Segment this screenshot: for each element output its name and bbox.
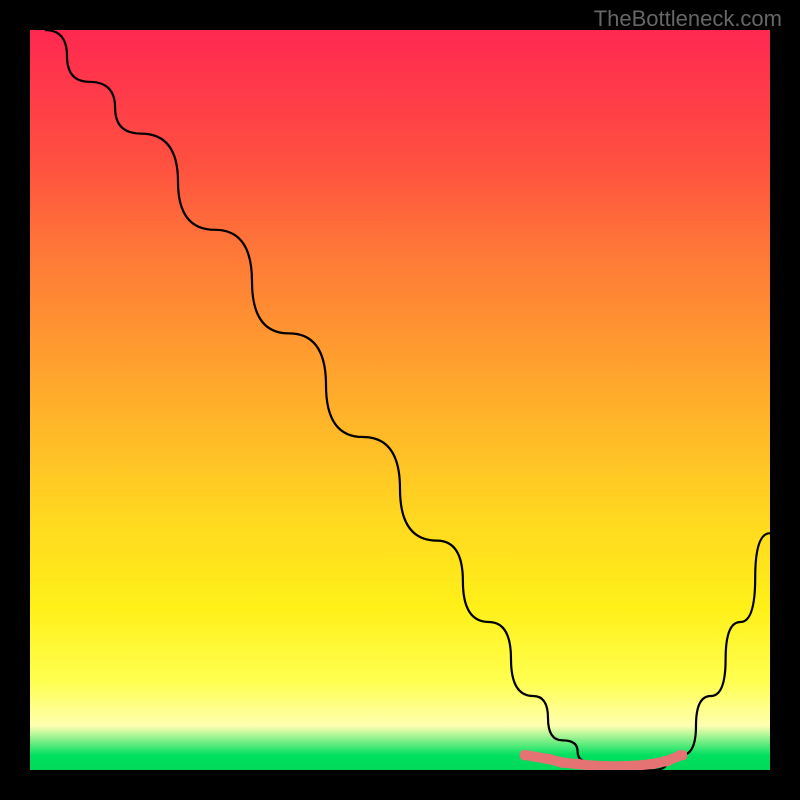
- bottom-markers: [520, 750, 687, 770]
- curve-line: [45, 30, 770, 770]
- plot-area: [30, 30, 770, 770]
- chart-svg: [30, 30, 770, 770]
- watermark-text: TheBottleneck.com: [594, 6, 782, 32]
